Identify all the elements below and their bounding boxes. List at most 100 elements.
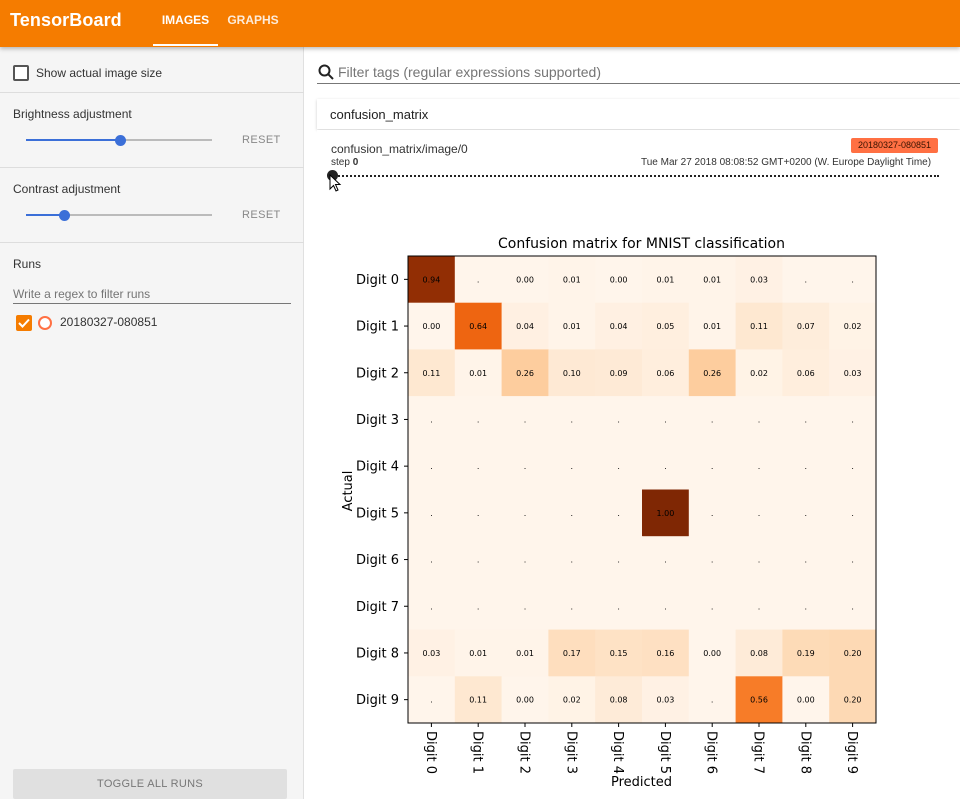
cell-value-label: 0.00	[797, 696, 815, 705]
cell-value-label: .	[477, 462, 480, 471]
cell-value-label: 0.02	[844, 322, 862, 331]
cell-value-label: .	[758, 415, 761, 424]
sidebar: Show actual image size Brightness adjust…	[0, 47, 304, 799]
show-actual-size-checkbox[interactable]	[13, 65, 29, 81]
cell-value-label: .	[851, 509, 854, 518]
cell-value-label: .	[617, 415, 620, 424]
run-checkbox[interactable]	[16, 315, 32, 331]
y-tick-label: Digit 7	[356, 600, 399, 615]
cell-value-label: .	[524, 415, 527, 424]
contrast-slider-knob[interactable]	[59, 210, 70, 221]
run-name: 20180327-080851	[60, 315, 158, 329]
cell-value-label: .	[851, 602, 854, 611]
cell-value-label: .	[805, 509, 808, 518]
cell-value-label: .	[711, 696, 714, 705]
cell-value-label: 0.03	[844, 369, 862, 378]
cell-value-label: 0.11	[469, 696, 487, 705]
cell-value-label: 0.00	[422, 322, 440, 331]
cell-value-label: .	[430, 556, 433, 565]
y-tick-label: Digit 4	[356, 460, 399, 475]
y-tick-label: Digit 9	[356, 693, 399, 708]
app-title: TensorBoard	[10, 10, 122, 30]
toggle-all-runs-button[interactable]: TOGGLE ALL RUNS	[13, 769, 287, 799]
cell-value-label: .	[617, 462, 620, 471]
x-tick-label: Digit 1	[470, 731, 485, 774]
cell-value-label: .	[524, 602, 527, 611]
cell-value-label: 1.00	[656, 509, 674, 518]
cell-value-label: .	[758, 556, 761, 565]
x-tick-label: Digit 4	[610, 731, 625, 774]
cell-value-label: .	[571, 509, 574, 518]
cell-value-label: 0.11	[422, 369, 440, 378]
cell-value-label: 0.20	[844, 649, 862, 658]
cell-value-label: 0.00	[516, 696, 534, 705]
x-tick-labels: Digit 0 Digit 1 Digit 2 Digit 3 Digit 4 Digit…	[423, 723, 859, 774]
x-tick-label: Digit 8	[797, 731, 812, 774]
brightness-reset-button[interactable]: RESET	[242, 134, 281, 146]
cell-value-label: .	[477, 602, 480, 611]
cell-value-label: 0.01	[703, 275, 721, 284]
y-tick-labels: Digit 0 Digit 1 Digit 2 Digit 3 Digit 4 Digit…	[356, 273, 408, 708]
cell-value-label: 0.94	[422, 275, 440, 284]
cell-value-label: .	[617, 556, 620, 565]
cell-value-label: 0.04	[610, 322, 628, 331]
chart-title: Confusion matrix for MNIST classificatio…	[498, 236, 785, 252]
y-tick-label: Digit 8	[356, 646, 399, 661]
cell-value-label: 0.00	[516, 275, 534, 284]
cell-value-label: 0.09	[610, 369, 628, 378]
cell-value-label: .	[571, 602, 574, 611]
brightness-slider-knob[interactable]	[115, 135, 126, 146]
cell-value-label: 0.06	[797, 369, 815, 378]
cell-value-label: 0.56	[750, 696, 768, 705]
x-tick-label: Digit 7	[751, 731, 766, 774]
cell-value-label: 0.03	[422, 649, 440, 658]
cell-value-label: .	[571, 462, 574, 471]
contrast-reset-button[interactable]: RESET	[242, 209, 281, 221]
run-color-circle-icon[interactable]	[38, 316, 52, 330]
tag-filter-input[interactable]	[338, 62, 938, 82]
y-axis-label: Actual	[341, 471, 356, 512]
search-icon	[318, 64, 334, 80]
cell-value-label: .	[664, 602, 667, 611]
tag-group-header[interactable]: confusion_matrix	[317, 99, 960, 129]
cell-value-label: .	[571, 556, 574, 565]
x-tick-label: Digit 5	[657, 731, 672, 774]
cell-value-label: .	[430, 696, 433, 705]
cell-value-label: .	[805, 462, 808, 471]
cell-value-label: 0.03	[750, 275, 768, 284]
show-actual-size-label: Show actual image size	[36, 66, 163, 80]
cell-value-label: .	[477, 275, 480, 284]
y-tick-label: Digit 6	[356, 553, 399, 568]
brightness-label: Brightness adjustment	[13, 107, 132, 121]
cell-value-label: 0.02	[563, 696, 581, 705]
cell-value-label: .	[524, 462, 527, 471]
cell-value-label: 0.08	[610, 696, 628, 705]
cell-value-label: .	[664, 462, 667, 471]
y-tick-label: Digit 5	[356, 506, 399, 521]
tab-graphs[interactable]: GRAPHS	[226, 0, 280, 47]
cell-value-label: 0.01	[469, 369, 487, 378]
cell-value-label: .	[524, 556, 527, 565]
cell-value-label: .	[805, 602, 808, 611]
cell-value-label: .	[758, 462, 761, 471]
cell-value-label: 0.01	[563, 322, 581, 331]
cell-value-label: .	[805, 415, 808, 424]
cell-value-label: .	[430, 415, 433, 424]
tab-images-label: IMAGES	[161, 13, 210, 27]
x-tick-label: Digit 6	[704, 731, 719, 774]
cell-value-label: 0.26	[703, 369, 721, 378]
cell-value-label: 0.07	[797, 322, 815, 331]
cell-value-label: 0.05	[656, 322, 674, 331]
cell-value-label: .	[664, 556, 667, 565]
cell-value-label: 0.08	[750, 649, 768, 658]
cell-value-label: .	[758, 602, 761, 611]
cell-value-label: .	[477, 415, 480, 424]
run-filter-input[interactable]	[13, 284, 291, 304]
cell-value-label: 0.01	[656, 275, 674, 284]
x-axis-label: Predicted	[611, 775, 672, 790]
cell-value-label: .	[430, 602, 433, 611]
cell-value-label: 0.17	[563, 649, 581, 658]
cell-value-label: 0.01	[469, 649, 487, 658]
brightness-section: Brightness adjustment RESET	[0, 93, 304, 168]
tab-images[interactable]: IMAGES	[153, 0, 218, 47]
